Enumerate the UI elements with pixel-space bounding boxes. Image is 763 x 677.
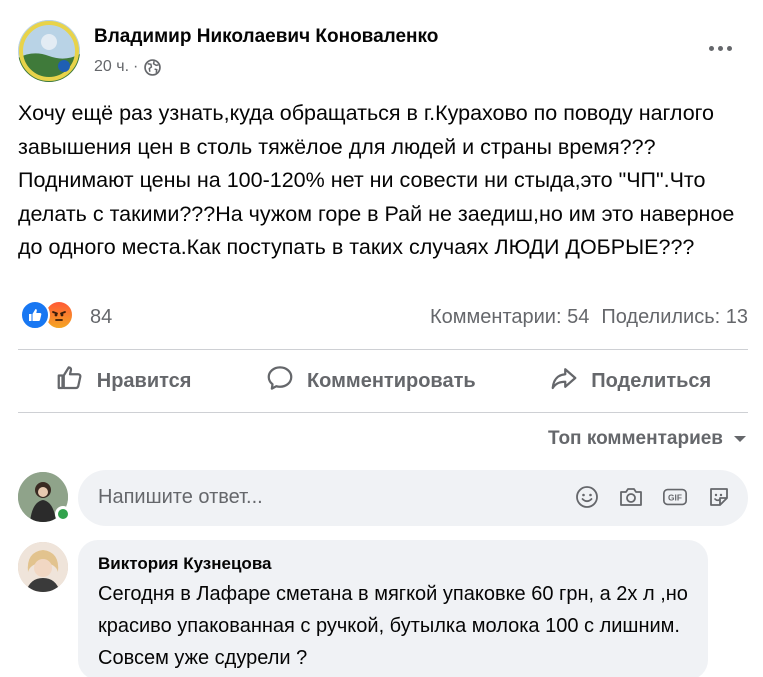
more-options-button[interactable]	[702, 34, 738, 62]
dot-icon	[717, 45, 723, 51]
sticker-icon[interactable]	[706, 484, 732, 510]
post-stats: Комментарии: 54 Поделились: 13	[430, 306, 748, 329]
author-avatar[interactable]	[18, 20, 80, 82]
gif-icon[interactable]: GIF	[662, 484, 688, 510]
dot-icon	[708, 45, 714, 51]
globe-icon	[144, 58, 162, 76]
share-arrow-icon	[549, 363, 579, 399]
comment-button[interactable]: Комментировать	[265, 363, 476, 399]
post-meta: 20 ч. ·	[94, 58, 162, 76]
emoji-icon[interactable]	[574, 484, 600, 510]
shares-count[interactable]: Поделились: 13	[601, 306, 748, 329]
user-avatar[interactable]	[18, 472, 71, 522]
comment-sort-dropdown[interactable]: Топ комментариев	[548, 428, 747, 450]
commenter-avatar[interactable]	[18, 542, 68, 592]
caret-down-icon	[733, 428, 747, 450]
composer-icons: GIF	[574, 484, 732, 510]
post-actions: Нравится Комментировать Поделиться	[18, 350, 748, 412]
comment-text: Сегодня в Лафаре сметана в мягкой упаков…	[98, 583, 688, 669]
reply-placeholder: Напишите ответ...	[98, 486, 263, 508]
comment-label: Комментировать	[306, 369, 476, 392]
sort-label: Топ комментариев	[548, 428, 723, 449]
reply-input[interactable]: Напишите ответ... GIF	[78, 470, 748, 526]
like-label: Нравится	[96, 369, 192, 392]
comments-count[interactable]: Комментарии: 54	[430, 306, 589, 329]
thumbs-up-icon	[55, 363, 85, 399]
author-name[interactable]: Владимир Николаевич Коноваленко	[94, 26, 438, 48]
speech-bubble-icon	[265, 363, 295, 399]
comment-bubble: Виктория Кузнецова Сегодня в Лафаре смет…	[78, 540, 708, 677]
divider	[18, 412, 748, 413]
meta-separator: ·	[133, 58, 139, 75]
share-label: Поделиться	[591, 369, 712, 392]
like-reaction-icon	[20, 300, 50, 330]
reactions-bar: 84 Комментарии: 54 Поделились: 13	[20, 300, 750, 334]
like-button[interactable]: Нравится	[55, 363, 192, 399]
post-header: Владимир Николаевич Коноваленко 20 ч. ·	[18, 20, 748, 86]
camera-icon[interactable]	[618, 484, 644, 510]
svg-text:GIF: GIF	[668, 493, 682, 503]
post-text: Хочу ещё раз узнать,куда обращаться в г.…	[18, 101, 735, 259]
share-button[interactable]: Поделиться	[549, 363, 711, 399]
dot-icon	[726, 45, 732, 51]
comment-author[interactable]: Виктория Кузнецова	[98, 554, 688, 574]
post-time[interactable]: 20 ч.	[94, 58, 129, 76]
online-status-indicator	[55, 506, 71, 522]
reaction-count[interactable]: 84	[90, 306, 112, 329]
reaction-icons[interactable]	[20, 300, 74, 330]
comment-composer: Напишите ответ... GIF	[18, 470, 748, 526]
